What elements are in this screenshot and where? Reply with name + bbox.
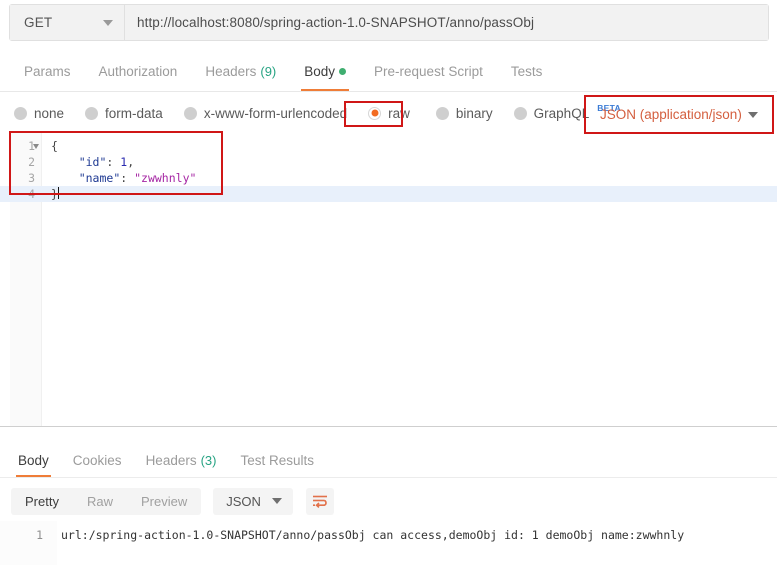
editor-line[interactable]: 2 "id": 1, [0,154,777,170]
response-body-line: 1 url:/spring-action-1.0-SNAPSHOT/anno/p… [0,526,777,543]
chevron-down-icon [748,111,758,118]
response-tab-headers[interactable]: Headers (3) [134,453,229,477]
content-type-select[interactable]: JSON (application/json) [590,101,767,128]
response-tab-test-results[interactable]: Test Results [228,453,326,477]
chevron-down-icon [103,19,113,26]
json-string-value: "zwwhnly" [134,171,197,185]
body-type-urlencoded[interactable]: x-www-form-urlencoded [183,105,348,121]
response-tab-headers-label: Headers [145,453,197,468]
body-type-raw[interactable]: raw [368,106,410,121]
tab-params-label: Params [24,64,71,79]
response-tab-test-results-label: Test Results [240,453,315,468]
tab-tests[interactable]: Tests [497,64,557,91]
content-type-label: JSON (application/json) [600,107,742,122]
tab-body-label: Body [304,64,336,79]
json-key: "id" [78,155,107,169]
editor-line-current[interactable]: 4 } [0,186,777,202]
radio-icon [85,106,99,120]
radio-icon [435,106,449,120]
view-mode-pretty[interactable]: Pretty [11,488,73,515]
body-type-binary[interactable]: binary [435,105,493,121]
line-content: "id": 1, [41,155,134,169]
response-tab-cookies-label: Cookies [72,453,122,468]
response-format-select[interactable]: JSON [213,487,293,515]
body-modified-dot-icon [339,68,347,75]
body-type-none[interactable]: none [14,106,64,121]
response-body-viewer[interactable]: 1 url:/spring-action-1.0-SNAPSHOT/anno/p… [0,521,777,565]
response-format-label: JSON [226,493,261,509]
radio-icon [513,106,527,120]
response-tab-body-label: Body [18,453,49,468]
line-content: { [51,139,58,153]
text-cursor [57,187,59,199]
view-mode-pretty-label: Pretty [25,493,59,509]
view-mode-preview-label: Preview [140,493,188,509]
body-type-raw-label: raw [388,105,410,121]
tab-params[interactable]: Params [10,64,85,91]
tab-body[interactable]: Body [290,64,360,91]
tab-headers-label: Headers [205,64,257,79]
body-type-graphql-label: GraphQL [533,105,590,121]
response-tab-cookies[interactable]: Cookies [61,453,134,477]
line-number: 2 [28,155,35,169]
line-number: 3 [28,171,35,185]
response-tab-body[interactable]: Body [6,453,61,477]
body-type-urlencoded-label: x-www-form-urlencoded [203,105,348,121]
request-tabs: Params Authorization Headers (9) Body Pr… [0,47,777,92]
body-type-form-data[interactable]: form-data [85,106,163,121]
body-type-none-label: none [34,105,65,121]
wrap-lines-button[interactable] [305,487,334,515]
response-tab-headers-count: (3) [200,453,217,468]
response-toolbar: Pretty Raw Preview JSON [0,482,777,520]
fold-triangle-icon[interactable] [33,143,39,149]
radio-icon [183,106,197,120]
view-mode-raw[interactable]: Raw [73,488,127,515]
request-url-input[interactable]: http://localhost:8080/spring-action-1.0-… [125,5,768,40]
url-bar-inner: GET http://localhost:8080/spring-action-… [9,4,769,41]
request-url-bar: GET http://localhost:8080/spring-action-… [0,0,777,46]
line-content: "name": "zwwhnly" [41,171,197,185]
json-key: "name" [78,171,121,185]
editor-line[interactable]: 1 { [0,138,777,154]
body-type-binary-label: binary [455,105,493,121]
json-colon: : [120,171,135,185]
editor-line[interactable]: 3 "name": "zwwhnly" [0,170,777,186]
tab-headers-count: (9) [260,64,277,79]
radio-selected-icon [368,106,382,120]
json-colon: : [106,155,121,169]
tab-pre-request-script[interactable]: Pre-request Script [360,64,497,91]
response-body-text: url:/spring-action-1.0-SNAPSHOT/anno/pas… [61,527,685,542]
line-number: 4 [28,187,35,201]
tab-pre-request-script-label: Pre-request Script [374,64,483,79]
wrap-text-icon [312,495,327,508]
tab-authorization-label: Authorization [98,64,178,79]
json-comma: , [127,155,135,169]
body-type-form-data-label: form-data [105,105,163,121]
line-content: } [51,187,58,201]
request-body-editor[interactable]: 1 { 2 "id": 1, 3 "name": "zwwhnly" 4 } [0,133,777,427]
radio-icon [14,106,27,120]
http-method-label: GET [24,15,53,30]
view-mode-preview[interactable]: Preview [127,488,201,515]
tab-tests-label: Tests [510,64,543,79]
chevron-down-icon [271,498,282,504]
response-line-number: 1 [36,527,43,542]
response-view-mode-group: Pretty Raw Preview [11,487,202,515]
tab-authorization[interactable]: Authorization [85,64,192,91]
view-mode-raw-label: Raw [86,493,113,509]
http-method-select[interactable]: GET [10,5,125,40]
tab-headers[interactable]: Headers (9) [191,64,290,91]
response-tabs: Body Cookies Headers (3) Test Results [0,440,777,478]
